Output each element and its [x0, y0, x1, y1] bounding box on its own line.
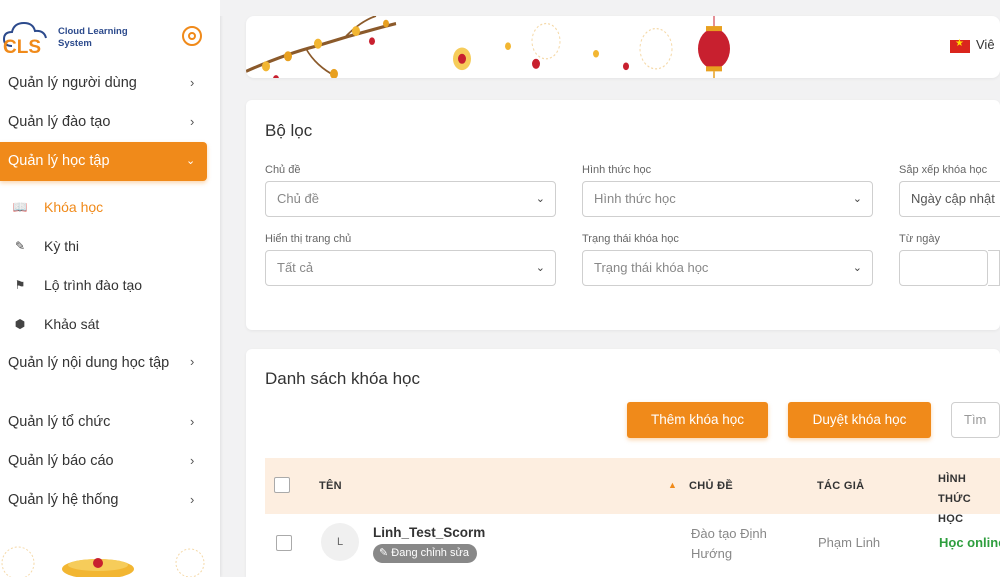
chevron-right-icon: ›	[190, 75, 195, 90]
course-name-link[interactable]: Linh_Test_Scorm	[373, 525, 485, 540]
sidebar-item-training[interactable]: Quản lý đào tạo ›	[0, 104, 220, 140]
course-status-label: Trạng thái khóa học	[582, 233, 679, 245]
sidebar-item-system[interactable]: Quản lý hệ thống ›	[0, 482, 220, 518]
sort-select-value: Ngày cập nhật	[911, 191, 995, 206]
course-format: Học online	[939, 535, 1000, 550]
course-list-title: Danh sách khóa học	[265, 369, 420, 388]
topic-label: Chủ đề	[265, 164, 301, 176]
status-badge: ✎ Đang chỉnh sửa	[373, 544, 477, 563]
filter-title: Bộ lọc	[265, 121, 313, 140]
sidebar-subitem-courses[interactable]: 📖 Khóa học	[0, 192, 220, 222]
sidebar: CLS Cloud Learning System Quản lý người …	[0, 0, 220, 577]
sidebar-subitem-label: Kỳ thi	[44, 238, 80, 254]
homepage-display-label: Hiển thị trang chủ	[265, 233, 352, 245]
course-status-select[interactable]: Trạng thái khóa học ⌄	[582, 250, 873, 286]
course-topic-line1: Đào tạo Định	[691, 526, 767, 541]
from-date-input[interactable]	[899, 250, 988, 286]
chevron-right-icon: ›	[190, 453, 195, 468]
sidebar-item-users[interactable]: Quản lý người dùng ›	[0, 65, 220, 101]
course-author: Phạm Linh	[818, 535, 881, 550]
homepage-display-select-value: Tất cả	[277, 260, 314, 275]
tet-blossom-banner	[246, 16, 730, 78]
column-header-format-line2: HỌC	[938, 513, 964, 525]
brand-name: Cloud Learning System	[58, 26, 158, 50]
cloud-logo-icon: CLS	[2, 21, 47, 56]
column-header-author[interactable]: TÁC GIẢ	[817, 480, 864, 492]
chevron-right-icon: ›	[190, 114, 195, 129]
chevron-down-icon: ⌄	[535, 262, 545, 274]
sidebar-item-content[interactable]: Quản lý nội dung học tập ›	[0, 350, 194, 396]
column-header-format-line1: HÌNH THỨC	[938, 473, 971, 505]
sidebar-item-label: Quản lý học tập	[8, 153, 110, 169]
chevron-down-icon: ⌄	[186, 155, 196, 167]
language-selector[interactable]: Viê	[976, 37, 995, 52]
sidebar-item-organization[interactable]: Quản lý tổ chức ›	[0, 404, 220, 440]
sort-label: Sắp xếp khóa học	[899, 164, 988, 176]
learning-format-select[interactable]: Hình thức học ⌄	[582, 181, 873, 217]
chevron-right-icon: ›	[190, 492, 195, 507]
sidebar-item-label: Quản lý người dùng	[8, 75, 137, 91]
sidebar-item-label: Quản lý báo cáo	[8, 453, 114, 469]
sidebar-item-reports[interactable]: Quản lý báo cáo ›	[0, 443, 220, 479]
cube-icon: ⬢	[14, 317, 26, 331]
top-header: Viê	[246, 16, 1000, 78]
row-checkbox[interactable]	[276, 535, 292, 551]
sidebar-item-label: Quản lý tổ chức	[8, 414, 111, 430]
sidebar-subitem-exams[interactable]: ✎ Kỳ thi	[0, 231, 220, 261]
sidebar-subitem-label: Khóa học	[44, 199, 104, 215]
brand-name-line2: System	[58, 38, 92, 49]
sidebar-subitem-survey[interactable]: ⬢ Khảo sát	[0, 309, 220, 339]
chevron-right-icon: ›	[190, 414, 195, 429]
course-topic-line2: Hướng	[691, 546, 733, 561]
table-header-row	[265, 458, 1000, 514]
route-icon: ⚑	[14, 278, 26, 292]
column-header-topic[interactable]: CHỦ ĐỀ	[689, 480, 733, 492]
column-header-name[interactable]: TÊN	[319, 480, 342, 492]
chevron-down-icon: ⌄	[852, 262, 862, 274]
sort-ascending-icon[interactable]: ▲	[668, 480, 677, 490]
approve-course-button[interactable]: Duyệt khóa học	[788, 402, 931, 438]
chevron-right-icon: ›	[190, 354, 195, 369]
sidebar-item-label: Quản lý đào tạo	[8, 114, 111, 130]
lunar-new-year-decoration	[1, 546, 205, 577]
brand-name-line1: Cloud Learning	[58, 26, 128, 37]
column-header-format[interactable]: HÌNH THỨC HỌC	[938, 469, 1000, 529]
from-date-input-addon[interactable]	[988, 250, 1000, 286]
sidebar-item-label: Quản lý hệ thống	[8, 492, 119, 508]
sidebar-item-label: Quản lý nội dung học tập	[8, 355, 170, 371]
sidebar-subitem-learning-path[interactable]: ⚑ Lộ trình đào tạo	[0, 270, 220, 300]
settings-toggle-icon[interactable]	[182, 26, 202, 46]
course-avatar: L	[321, 523, 359, 561]
chevron-down-icon: ⌄	[535, 193, 545, 205]
homepage-display-select[interactable]: Tất cả ⌄	[265, 250, 556, 286]
sort-select[interactable]: Ngày cập nhật	[899, 181, 1000, 217]
vietnam-flag-icon[interactable]	[950, 38, 970, 53]
brand-logo[interactable]: CLS Cloud Learning System	[0, 18, 220, 58]
course-search-input[interactable]: Tìm	[951, 402, 1000, 438]
pencil-icon: ✎	[14, 239, 26, 253]
sidebar-subitem-label: Khảo sát	[44, 316, 100, 332]
from-date-label: Từ ngày	[899, 233, 940, 245]
logo-letters: CLS	[3, 37, 41, 56]
topic-select-value: Chủ đề	[277, 191, 319, 206]
sidebar-item-learning[interactable]: Quản lý học tập ⌄	[0, 142, 207, 181]
book-icon: 📖	[12, 200, 28, 214]
learning-format-label: Hình thức học	[582, 164, 652, 176]
select-all-checkbox[interactable]	[274, 477, 290, 493]
add-course-button[interactable]: Thêm khóa học	[627, 402, 768, 438]
course-topic: Đào tạo Định Hướng	[691, 524, 767, 564]
chevron-down-icon: ⌄	[852, 193, 862, 205]
course-status-select-value: Trạng thái khóa học	[594, 260, 709, 275]
learning-format-select-value: Hình thức học	[594, 191, 676, 206]
topic-select[interactable]: Chủ đề ⌄	[265, 181, 556, 217]
header-top-gap	[220, 0, 1000, 16]
sidebar-subitem-label: Lộ trình đào tạo	[44, 277, 143, 293]
